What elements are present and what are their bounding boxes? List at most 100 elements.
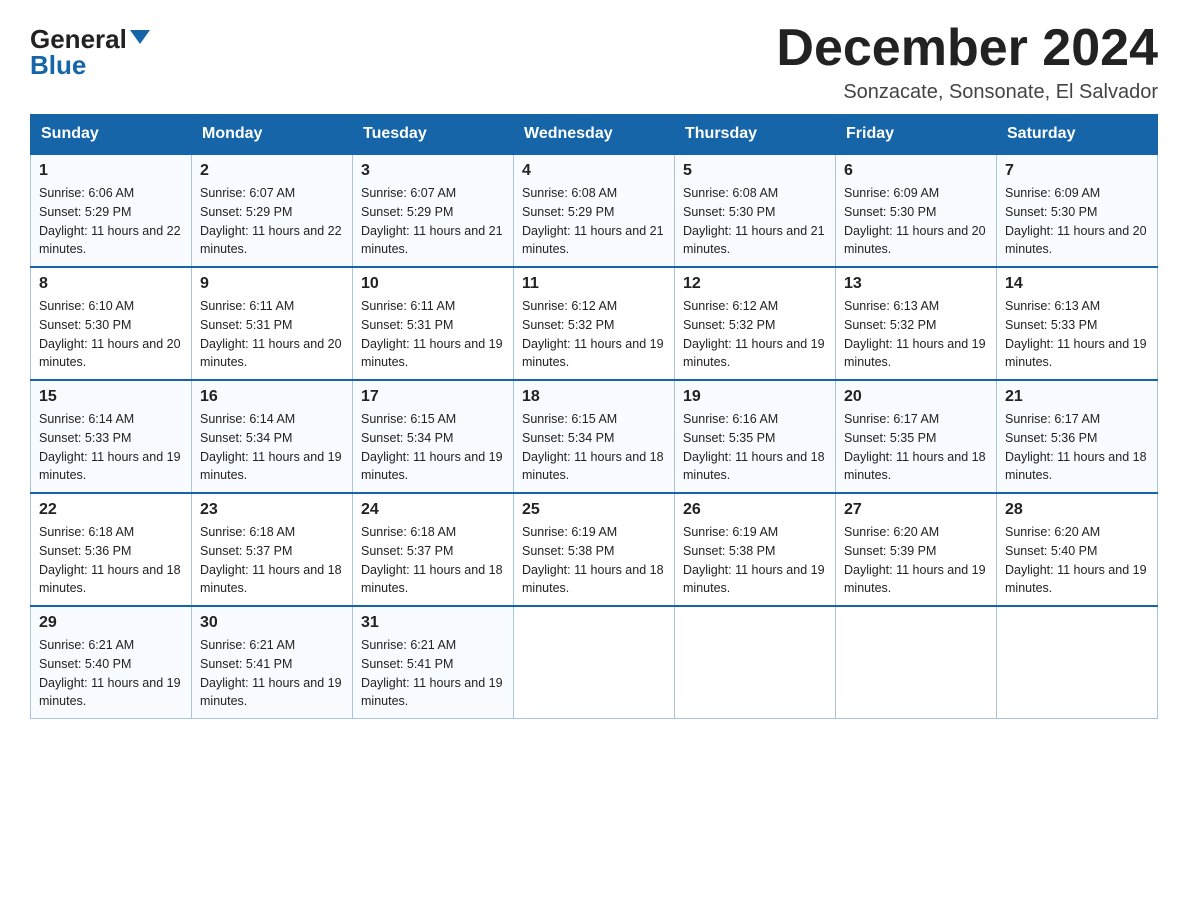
day-info: Sunrise: 6:17 AM Sunset: 5:35 PM Dayligh… [844, 410, 988, 485]
day-cell: 7 Sunrise: 6:09 AM Sunset: 5:30 PM Dayli… [997, 154, 1158, 267]
day-cell: 25 Sunrise: 6:19 AM Sunset: 5:38 PM Dayl… [514, 493, 675, 606]
day-info: Sunrise: 6:11 AM Sunset: 5:31 PM Dayligh… [361, 297, 505, 372]
day-cell: 13 Sunrise: 6:13 AM Sunset: 5:32 PM Dayl… [836, 267, 997, 380]
day-number: 29 [39, 614, 183, 632]
day-info: Sunrise: 6:08 AM Sunset: 5:29 PM Dayligh… [522, 184, 666, 259]
day-number: 23 [200, 501, 344, 519]
day-cell [514, 606, 675, 719]
day-number: 13 [844, 275, 988, 293]
day-number: 14 [1005, 275, 1149, 293]
col-friday: Friday [836, 115, 997, 155]
col-wednesday: Wednesday [514, 115, 675, 155]
day-cell: 16 Sunrise: 6:14 AM Sunset: 5:34 PM Dayl… [192, 380, 353, 493]
day-number: 12 [683, 275, 827, 293]
day-cell: 11 Sunrise: 6:12 AM Sunset: 5:32 PM Dayl… [514, 267, 675, 380]
day-cell: 6 Sunrise: 6:09 AM Sunset: 5:30 PM Dayli… [836, 154, 997, 267]
title-section: December 2024 Sonzacate, Sonsonate, El S… [776, 20, 1158, 104]
week-row-4: 22 Sunrise: 6:18 AM Sunset: 5:36 PM Dayl… [31, 493, 1158, 606]
week-row-2: 8 Sunrise: 6:10 AM Sunset: 5:30 PM Dayli… [31, 267, 1158, 380]
day-info: Sunrise: 6:17 AM Sunset: 5:36 PM Dayligh… [1005, 410, 1149, 485]
day-number: 5 [683, 162, 827, 180]
day-cell: 4 Sunrise: 6:08 AM Sunset: 5:29 PM Dayli… [514, 154, 675, 267]
day-info: Sunrise: 6:07 AM Sunset: 5:29 PM Dayligh… [361, 184, 505, 259]
day-cell: 20 Sunrise: 6:17 AM Sunset: 5:35 PM Dayl… [836, 380, 997, 493]
day-cell: 23 Sunrise: 6:18 AM Sunset: 5:37 PM Dayl… [192, 493, 353, 606]
day-info: Sunrise: 6:19 AM Sunset: 5:38 PM Dayligh… [522, 523, 666, 598]
day-number: 3 [361, 162, 505, 180]
day-number: 25 [522, 501, 666, 519]
day-number: 11 [522, 275, 666, 293]
day-info: Sunrise: 6:18 AM Sunset: 5:37 PM Dayligh… [200, 523, 344, 598]
day-number: 7 [1005, 162, 1149, 180]
logo: General Blue [30, 20, 150, 78]
col-tuesday: Tuesday [353, 115, 514, 155]
day-cell [836, 606, 997, 719]
logo-arrow-icon [130, 30, 150, 44]
day-info: Sunrise: 6:15 AM Sunset: 5:34 PM Dayligh… [361, 410, 505, 485]
col-sunday: Sunday [31, 115, 192, 155]
day-cell: 29 Sunrise: 6:21 AM Sunset: 5:40 PM Dayl… [31, 606, 192, 719]
day-info: Sunrise: 6:12 AM Sunset: 5:32 PM Dayligh… [522, 297, 666, 372]
day-cell [675, 606, 836, 719]
col-saturday: Saturday [997, 115, 1158, 155]
day-cell: 18 Sunrise: 6:15 AM Sunset: 5:34 PM Dayl… [514, 380, 675, 493]
day-cell: 2 Sunrise: 6:07 AM Sunset: 5:29 PM Dayli… [192, 154, 353, 267]
day-number: 10 [361, 275, 505, 293]
day-cell: 30 Sunrise: 6:21 AM Sunset: 5:41 PM Dayl… [192, 606, 353, 719]
day-info: Sunrise: 6:16 AM Sunset: 5:35 PM Dayligh… [683, 410, 827, 485]
day-cell: 31 Sunrise: 6:21 AM Sunset: 5:41 PM Dayl… [353, 606, 514, 719]
day-cell: 27 Sunrise: 6:20 AM Sunset: 5:39 PM Dayl… [836, 493, 997, 606]
day-info: Sunrise: 6:21 AM Sunset: 5:41 PM Dayligh… [200, 636, 344, 711]
day-info: Sunrise: 6:19 AM Sunset: 5:38 PM Dayligh… [683, 523, 827, 598]
day-cell: 28 Sunrise: 6:20 AM Sunset: 5:40 PM Dayl… [997, 493, 1158, 606]
day-cell: 17 Sunrise: 6:15 AM Sunset: 5:34 PM Dayl… [353, 380, 514, 493]
day-info: Sunrise: 6:10 AM Sunset: 5:30 PM Dayligh… [39, 297, 183, 372]
day-cell: 8 Sunrise: 6:10 AM Sunset: 5:30 PM Dayli… [31, 267, 192, 380]
day-cell: 10 Sunrise: 6:11 AM Sunset: 5:31 PM Dayl… [353, 267, 514, 380]
main-title: December 2024 [776, 20, 1158, 77]
day-info: Sunrise: 6:07 AM Sunset: 5:29 PM Dayligh… [200, 184, 344, 259]
day-number: 21 [1005, 388, 1149, 406]
day-number: 19 [683, 388, 827, 406]
week-row-5: 29 Sunrise: 6:21 AM Sunset: 5:40 PM Dayl… [31, 606, 1158, 719]
day-cell: 26 Sunrise: 6:19 AM Sunset: 5:38 PM Dayl… [675, 493, 836, 606]
logo-general: General [30, 26, 150, 52]
subtitle: Sonzacate, Sonsonate, El Salvador [776, 81, 1158, 104]
day-cell [997, 606, 1158, 719]
day-info: Sunrise: 6:09 AM Sunset: 5:30 PM Dayligh… [844, 184, 988, 259]
week-row-3: 15 Sunrise: 6:14 AM Sunset: 5:33 PM Dayl… [31, 380, 1158, 493]
day-info: Sunrise: 6:15 AM Sunset: 5:34 PM Dayligh… [522, 410, 666, 485]
day-number: 15 [39, 388, 183, 406]
day-info: Sunrise: 6:13 AM Sunset: 5:32 PM Dayligh… [844, 297, 988, 372]
day-info: Sunrise: 6:18 AM Sunset: 5:36 PM Dayligh… [39, 523, 183, 598]
day-number: 24 [361, 501, 505, 519]
day-info: Sunrise: 6:21 AM Sunset: 5:40 PM Dayligh… [39, 636, 183, 711]
day-info: Sunrise: 6:21 AM Sunset: 5:41 PM Dayligh… [361, 636, 505, 711]
day-cell: 9 Sunrise: 6:11 AM Sunset: 5:31 PM Dayli… [192, 267, 353, 380]
day-info: Sunrise: 6:12 AM Sunset: 5:32 PM Dayligh… [683, 297, 827, 372]
day-number: 17 [361, 388, 505, 406]
day-info: Sunrise: 6:13 AM Sunset: 5:33 PM Dayligh… [1005, 297, 1149, 372]
day-info: Sunrise: 6:20 AM Sunset: 5:40 PM Dayligh… [1005, 523, 1149, 598]
week-row-1: 1 Sunrise: 6:06 AM Sunset: 5:29 PM Dayli… [31, 154, 1158, 267]
logo-general-text: General [30, 26, 127, 52]
calendar-table: Sunday Monday Tuesday Wednesday Thursday… [30, 114, 1158, 719]
day-number: 6 [844, 162, 988, 180]
day-cell: 24 Sunrise: 6:18 AM Sunset: 5:37 PM Dayl… [353, 493, 514, 606]
calendar-header-row: Sunday Monday Tuesday Wednesday Thursday… [31, 115, 1158, 155]
day-number: 16 [200, 388, 344, 406]
day-cell: 22 Sunrise: 6:18 AM Sunset: 5:36 PM Dayl… [31, 493, 192, 606]
day-info: Sunrise: 6:18 AM Sunset: 5:37 PM Dayligh… [361, 523, 505, 598]
day-cell: 12 Sunrise: 6:12 AM Sunset: 5:32 PM Dayl… [675, 267, 836, 380]
day-number: 2 [200, 162, 344, 180]
day-info: Sunrise: 6:20 AM Sunset: 5:39 PM Dayligh… [844, 523, 988, 598]
day-cell: 19 Sunrise: 6:16 AM Sunset: 5:35 PM Dayl… [675, 380, 836, 493]
day-info: Sunrise: 6:09 AM Sunset: 5:30 PM Dayligh… [1005, 184, 1149, 259]
day-number: 28 [1005, 501, 1149, 519]
day-number: 20 [844, 388, 988, 406]
day-info: Sunrise: 6:08 AM Sunset: 5:30 PM Dayligh… [683, 184, 827, 259]
col-monday: Monday [192, 115, 353, 155]
day-number: 18 [522, 388, 666, 406]
day-cell: 5 Sunrise: 6:08 AM Sunset: 5:30 PM Dayli… [675, 154, 836, 267]
day-cell: 14 Sunrise: 6:13 AM Sunset: 5:33 PM Dayl… [997, 267, 1158, 380]
